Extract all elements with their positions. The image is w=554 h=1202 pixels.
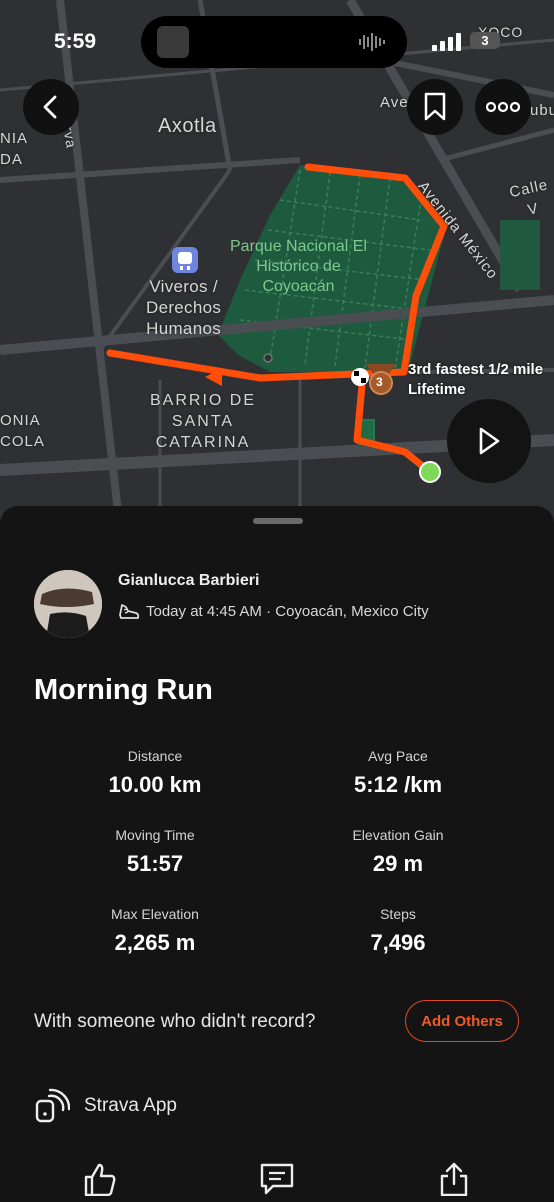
more-options-button[interactable] — [475, 79, 531, 135]
activity-sheet: Gianlucca Barbieri Today at 4:45 AM · Co… — [0, 506, 554, 1200]
segment-achievement-label[interactable]: 3rd fastest 1/2 mile Lifetime — [408, 360, 543, 400]
stat-label: Avg Pace — [368, 748, 428, 764]
battery-icon: 3 — [470, 32, 500, 49]
comment-button[interactable] — [259, 1162, 295, 1201]
stat-moving-time: Moving Time 51:57 — [45, 827, 265, 877]
map-label-axotla: Axotla — [158, 115, 217, 137]
map-label-park: Parque Nacional El Histórico de Coyoacán — [230, 238, 367, 295]
stat-steps: Steps 7,496 — [288, 906, 508, 956]
more-dots-icon — [486, 101, 520, 113]
athlete-name[interactable]: Gianlucca Barbieri — [118, 572, 259, 590]
stat-label: Moving Time — [115, 827, 195, 843]
activity-title: Morning Run — [34, 674, 213, 706]
stat-value: 2,265 m — [114, 930, 196, 955]
bookmark-button[interactable] — [407, 79, 463, 135]
stat-label: Elevation Gain — [352, 827, 444, 843]
stat-distance: Distance 10.00 km — [45, 748, 265, 798]
map-label-barrio: BARRIO DE SANTA CATARINA — [150, 392, 257, 451]
share-button[interactable] — [438, 1162, 470, 1201]
thumbs-up-icon — [84, 1163, 116, 1197]
running-shoe-icon — [119, 604, 140, 619]
play-icon — [479, 427, 500, 455]
with-someone-prompt: With someone who didn't record? — [34, 1011, 316, 1032]
avatar[interactable] — [34, 570, 102, 638]
stat-avg-pace: Avg Pace 5:12 /km — [288, 748, 508, 798]
stat-value: 7,496 — [370, 930, 426, 955]
map-label-nia-da: NIA DA — [0, 130, 29, 168]
athlete-photo — [34, 570, 102, 638]
play-flyover-button[interactable] — [447, 399, 531, 483]
map-label-calle: Calle V — [507, 176, 550, 219]
end-marker — [419, 461, 441, 483]
stat-max-elevation: Max Elevation 2,265 m — [45, 906, 265, 956]
stat-value: 29 m — [372, 851, 424, 876]
device-name: Strava App — [84, 1095, 177, 1116]
activity-meta: Today at 4:45 AM · Coyoacán, Mexico City — [118, 601, 429, 621]
sheet-drag-handle[interactable] — [253, 518, 303, 524]
metro-station-icon — [172, 247, 198, 273]
stat-label: Max Elevation — [111, 906, 199, 922]
activity-meta-text: Today at 4:45 AM · Coyoacán, Mexico City — [146, 602, 429, 620]
stat-label: Distance — [127, 748, 183, 764]
stat-label: Steps — [380, 906, 416, 922]
bookmark-icon — [424, 92, 446, 121]
map-label-onia-cola: ONIA COLA — [0, 412, 45, 450]
add-others-button[interactable]: Add Others — [405, 1000, 519, 1042]
now-playing-artwork-icon — [157, 26, 189, 58]
segment-medal-number: 3 — [376, 375, 383, 389]
stat-value: 5:12 /km — [353, 772, 443, 797]
kudos-button[interactable] — [83, 1162, 117, 1201]
status-time: 5:59 — [54, 30, 97, 53]
audio-wave-icon — [359, 33, 385, 51]
share-icon — [440, 1162, 468, 1197]
poi-marker — [263, 353, 273, 363]
chevron-left-icon — [43, 95, 57, 119]
back-button[interactable] — [23, 79, 79, 135]
checkered-flag-icon — [351, 368, 369, 386]
stat-value: 10.00 km — [108, 772, 202, 797]
signal-strength-icon — [432, 33, 461, 51]
map-label-ubu: ubu — [530, 102, 554, 119]
map-label-viveros: Viveros / Derechos Humanos — [146, 277, 222, 338]
dynamic-island[interactable] — [141, 16, 407, 68]
device-row[interactable]: Strava App — [34, 1088, 177, 1124]
action-bar — [0, 1162, 554, 1202]
stat-value: 51:57 — [126, 851, 184, 876]
phone-signal-icon — [35, 1088, 70, 1123]
comment-icon — [260, 1163, 294, 1195]
stat-elevation-gain: Elevation Gain 29 m — [288, 827, 508, 877]
